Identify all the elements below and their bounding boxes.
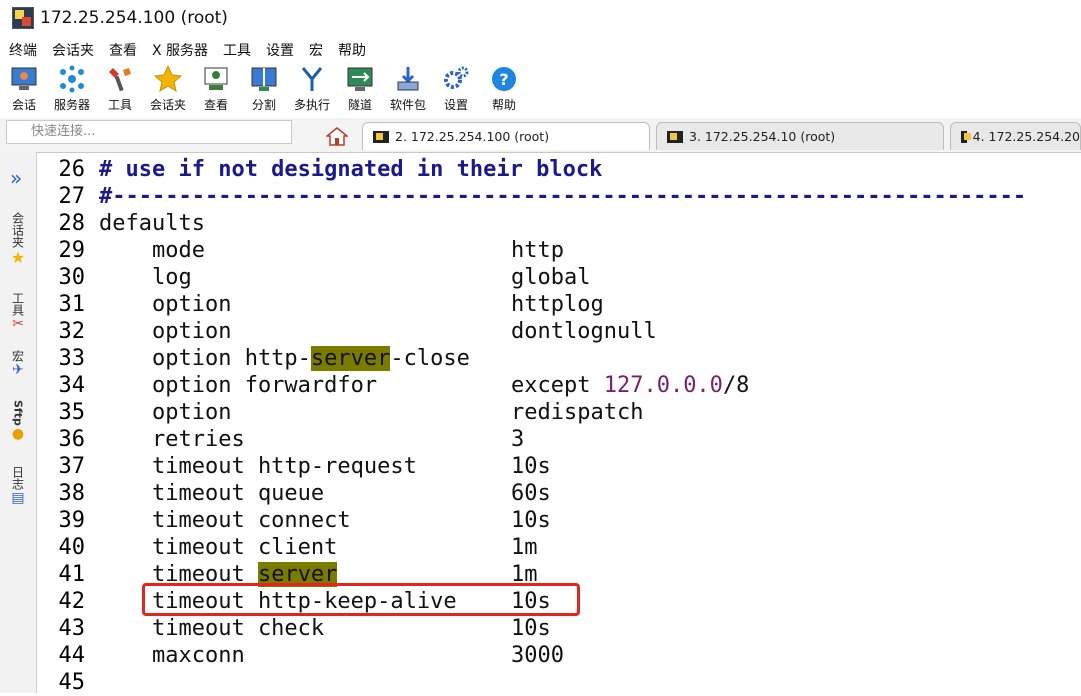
- toolbar-tunnel-button[interactable]: 隧道: [336, 62, 384, 117]
- tab-session-4[interactable]: 4. 172.25.254.20: [950, 122, 1081, 150]
- tab-session-3[interactable]: 3. 172.25.254.10 (root): [656, 122, 944, 150]
- search-highlight: server: [310, 346, 391, 371]
- toolbar-session-button[interactable]: 会话: [0, 62, 48, 117]
- session-icon: [11, 67, 37, 90]
- terminal-icon: [373, 130, 389, 143]
- mobaxterm-icon: [12, 7, 34, 29]
- toolbar-servers-button[interactable]: 服务器: [48, 62, 96, 117]
- terminal-icon: [667, 130, 683, 143]
- gear-icon: [444, 66, 469, 89]
- star-icon: ★: [10, 248, 26, 267]
- terminal-icon: [961, 130, 971, 143]
- toolbar-view-button[interactable]: 查看: [192, 62, 240, 117]
- tools-icon: [109, 68, 131, 92]
- menu-settings[interactable]: 设置: [266, 40, 294, 60]
- view-icon: [204, 67, 228, 90]
- multiexec-icon: [301, 67, 323, 91]
- toolbar-settings-button[interactable]: 设置: [432, 62, 480, 117]
- title-bar: 172.25.254.100 (root): [0, 0, 1081, 36]
- side-panel: » 会话夹 ★ 工具 ✂ 宏 ✈ Sftp ● 日志 ▤: [0, 152, 37, 693]
- menu-help[interactable]: 帮助: [338, 40, 366, 60]
- menu-view[interactable]: 查看: [109, 40, 137, 60]
- annotation-box: [142, 583, 580, 616]
- toolbar-tools-button[interactable]: 工具: [96, 62, 144, 117]
- split-icon: [251, 67, 277, 91]
- toolbar-help-button[interactable]: ? 帮助: [480, 62, 528, 117]
- tools-icon: ✂: [12, 316, 24, 332]
- menu-bar: 终端 会话夹 查看 X 服务器 工具 设置 宏 帮助: [0, 38, 372, 62]
- side-tab-tools[interactable]: 工具 ✂: [8, 292, 28, 332]
- star-icon: [153, 64, 183, 93]
- svg-text:?: ?: [499, 70, 508, 89]
- toolbar-packages-button[interactable]: 软件包: [384, 62, 432, 117]
- toolbar-multiexec-button[interactable]: 多执行: [288, 62, 336, 117]
- side-tab-log[interactable]: 日志 ▤: [8, 466, 28, 506]
- toolbar-split-button[interactable]: 分割: [240, 62, 288, 117]
- packages-icon: [397, 67, 419, 91]
- menu-terminal[interactable]: 终端: [9, 40, 37, 60]
- tab-bar: 快速连接... 2. 172.25.254.100 (root) 3. 172.…: [0, 118, 1081, 153]
- expand-chevron-icon[interactable]: »: [10, 166, 22, 190]
- log-icon: ▤: [11, 490, 25, 506]
- servers-icon: [60, 65, 84, 93]
- toolbar-sessions-button[interactable]: 会话夹: [144, 62, 192, 117]
- side-tab-sessions[interactable]: 会话夹 ★: [8, 212, 28, 267]
- tab-session-2[interactable]: 2. 172.25.254.100 (root): [362, 122, 650, 150]
- home-tab[interactable]: [316, 122, 358, 150]
- tunnel-icon: [347, 67, 373, 91]
- menu-xserver[interactable]: X 服务器: [152, 40, 208, 60]
- home-icon: [326, 127, 348, 146]
- sftp-icon: ●: [11, 425, 25, 442]
- window-title: 172.25.254.100 (root): [40, 8, 228, 28]
- side-tab-macros[interactable]: 宏 ✈: [8, 350, 28, 378]
- menu-tools[interactable]: 工具: [223, 40, 251, 60]
- quick-connect-input[interactable]: 快速连接...: [6, 120, 292, 144]
- toolbar: 会话 服务器 工具 会话夹 查看 分割 多执行 隧道 软件包 设置 ? 帮助: [0, 62, 528, 117]
- menu-sessions[interactable]: 会话夹: [52, 40, 94, 60]
- help-icon: ?: [492, 67, 516, 91]
- macro-icon: ✈: [12, 362, 24, 378]
- side-tab-sftp[interactable]: Sftp ●: [8, 400, 28, 442]
- menu-macros[interactable]: 宏: [309, 40, 323, 60]
